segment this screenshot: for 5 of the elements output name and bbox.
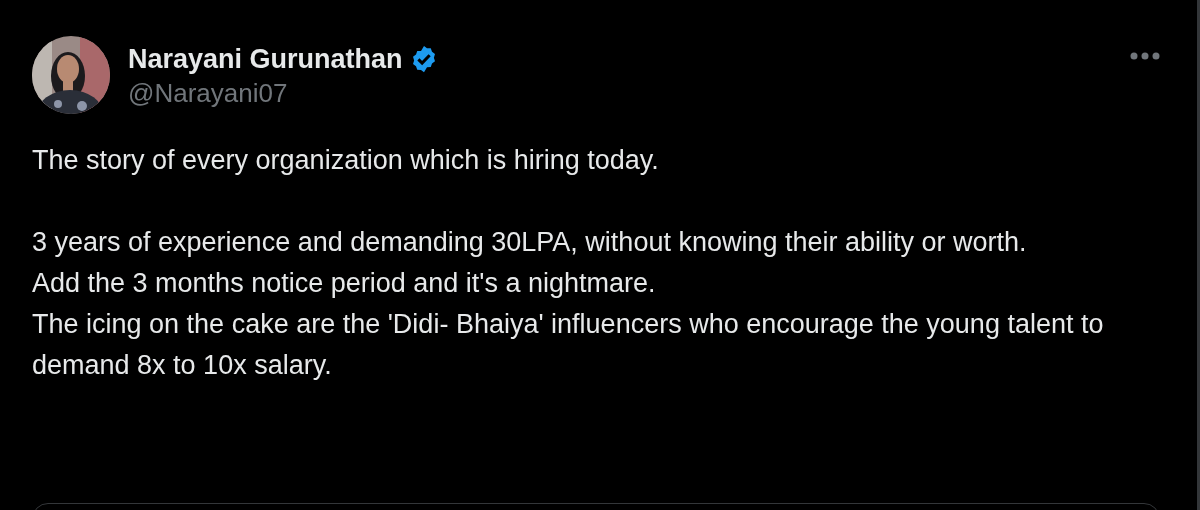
tweet-text: The story of every organization which is hiring today. [32, 144, 660, 177]
author-handle[interactable]: @Narayani07 [128, 76, 288, 110]
more-options-icon[interactable] [1130, 52, 1160, 60]
tweet-text: 3 years of experience and demanding 30LPA, without knowing their ability or worth. Add the 3 months notice period and it's a nightmare. The icing on the cake are the 'Didi- Bhaiya' influencers who encourage the young talent to demand 8x to 10x salary. [32, 226, 1105, 382]
author-name[interactable]: Narayani Gurunathan [128, 42, 403, 76]
